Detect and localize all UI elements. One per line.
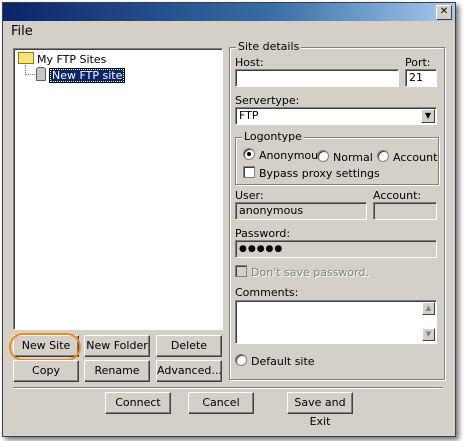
cancel-button[interactable]: Cancel	[188, 392, 254, 414]
account-input[interactable]	[373, 202, 437, 220]
default-site-radio[interactable]: Default site	[235, 354, 315, 368]
port-input[interactable]: 21	[405, 69, 437, 87]
connect-button[interactable]: Connect	[105, 392, 171, 414]
default-site-radio-icon	[235, 354, 247, 366]
default-site-label: Default site	[251, 355, 315, 368]
radio-anonymous-icon	[243, 148, 255, 160]
logontype-title: Logontype	[242, 130, 304, 143]
tree-root-label: My FTP Sites	[37, 53, 107, 66]
site-tree[interactable]: My FTP Sites New FTP site	[13, 48, 223, 330]
new-site-button[interactable]: New Site	[13, 335, 79, 357]
dont-save-password-checkbox: Don't save password.	[235, 265, 369, 279]
site-name-edit[interactable]: New FTP site	[49, 68, 126, 83]
scroll-down-icon[interactable]: ▼	[422, 328, 435, 341]
bypass-proxy-checkbox[interactable]: Bypass proxy settings	[243, 166, 380, 180]
tree-connector-h	[25, 74, 35, 75]
host-label: Host:	[235, 56, 264, 69]
menu-file[interactable]: File	[9, 24, 35, 39]
tree-root-item[interactable]: My FTP Sites	[18, 52, 106, 66]
dont-save-password-label: Don't save password.	[251, 266, 369, 279]
bypass-proxy-check-icon	[243, 166, 255, 178]
dont-save-check-icon	[235, 265, 247, 277]
password-label: Password:	[235, 227, 291, 240]
copy-button[interactable]: Copy	[13, 360, 79, 382]
servertype-value: FTP	[239, 109, 259, 122]
servertype-select[interactable]: FTP ▼	[235, 107, 437, 125]
close-icon[interactable]: ✕	[436, 5, 452, 20]
tree-site-item[interactable]: New FTP site	[36, 67, 126, 83]
scroll-up-icon[interactable]: ▲	[422, 302, 435, 315]
comments-label: Comments:	[235, 286, 299, 299]
radio-normal[interactable]: Normal	[317, 150, 373, 164]
servertype-label: Servertype:	[235, 94, 300, 107]
ftp-site-icon	[36, 67, 46, 81]
new-folder-button[interactable]: New Folder	[84, 335, 150, 357]
port-label: Port:	[405, 56, 431, 69]
radio-anonymous-label: Anonymous	[259, 149, 324, 162]
radio-account-label: Account	[393, 151, 438, 164]
user-label: User:	[235, 189, 264, 202]
rename-button[interactable]: Rename	[84, 360, 150, 382]
title-bar[interactable]: ✕	[3, 3, 455, 21]
dropdown-arrow-icon[interactable]: ▼	[421, 109, 435, 123]
menu-bar: File	[9, 24, 35, 40]
delete-button[interactable]: Delete	[156, 335, 222, 357]
folder-icon	[18, 52, 34, 64]
radio-account[interactable]: Account	[377, 150, 437, 164]
comments-textarea[interactable]	[235, 300, 437, 344]
host-input[interactable]	[235, 69, 399, 87]
advanced-button[interactable]: Advanced...	[156, 360, 222, 382]
radio-anonymous[interactable]: Anonymous	[243, 148, 324, 162]
site-details-title: Site details	[236, 40, 302, 53]
radio-normal-icon	[317, 150, 329, 162]
radio-normal-label: Normal	[333, 151, 373, 164]
radio-account-icon	[377, 150, 389, 162]
account-label: Account:	[373, 189, 422, 202]
bypass-proxy-label: Bypass proxy settings	[259, 167, 380, 180]
user-input[interactable]: anonymous	[235, 202, 367, 220]
password-input[interactable]: ●●●●●	[235, 240, 437, 258]
site-manager-window: ✕ File My FTP Sites New FTP site New Sit…	[2, 2, 456, 437]
save-and-exit-button[interactable]: Save and Exit	[287, 392, 353, 428]
separator	[13, 387, 443, 389]
